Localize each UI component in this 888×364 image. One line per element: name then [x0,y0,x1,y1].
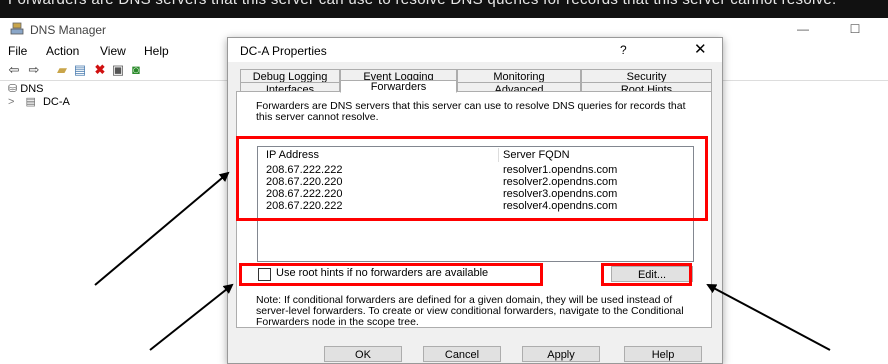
arrow-to-forwarders-list [94,171,230,286]
arrow-to-checkbox [149,283,234,351]
tab-forwarders[interactable]: Forwarders [340,80,457,93]
arrow-to-edit-button [706,284,831,351]
annotation-arrows [94,171,831,351]
